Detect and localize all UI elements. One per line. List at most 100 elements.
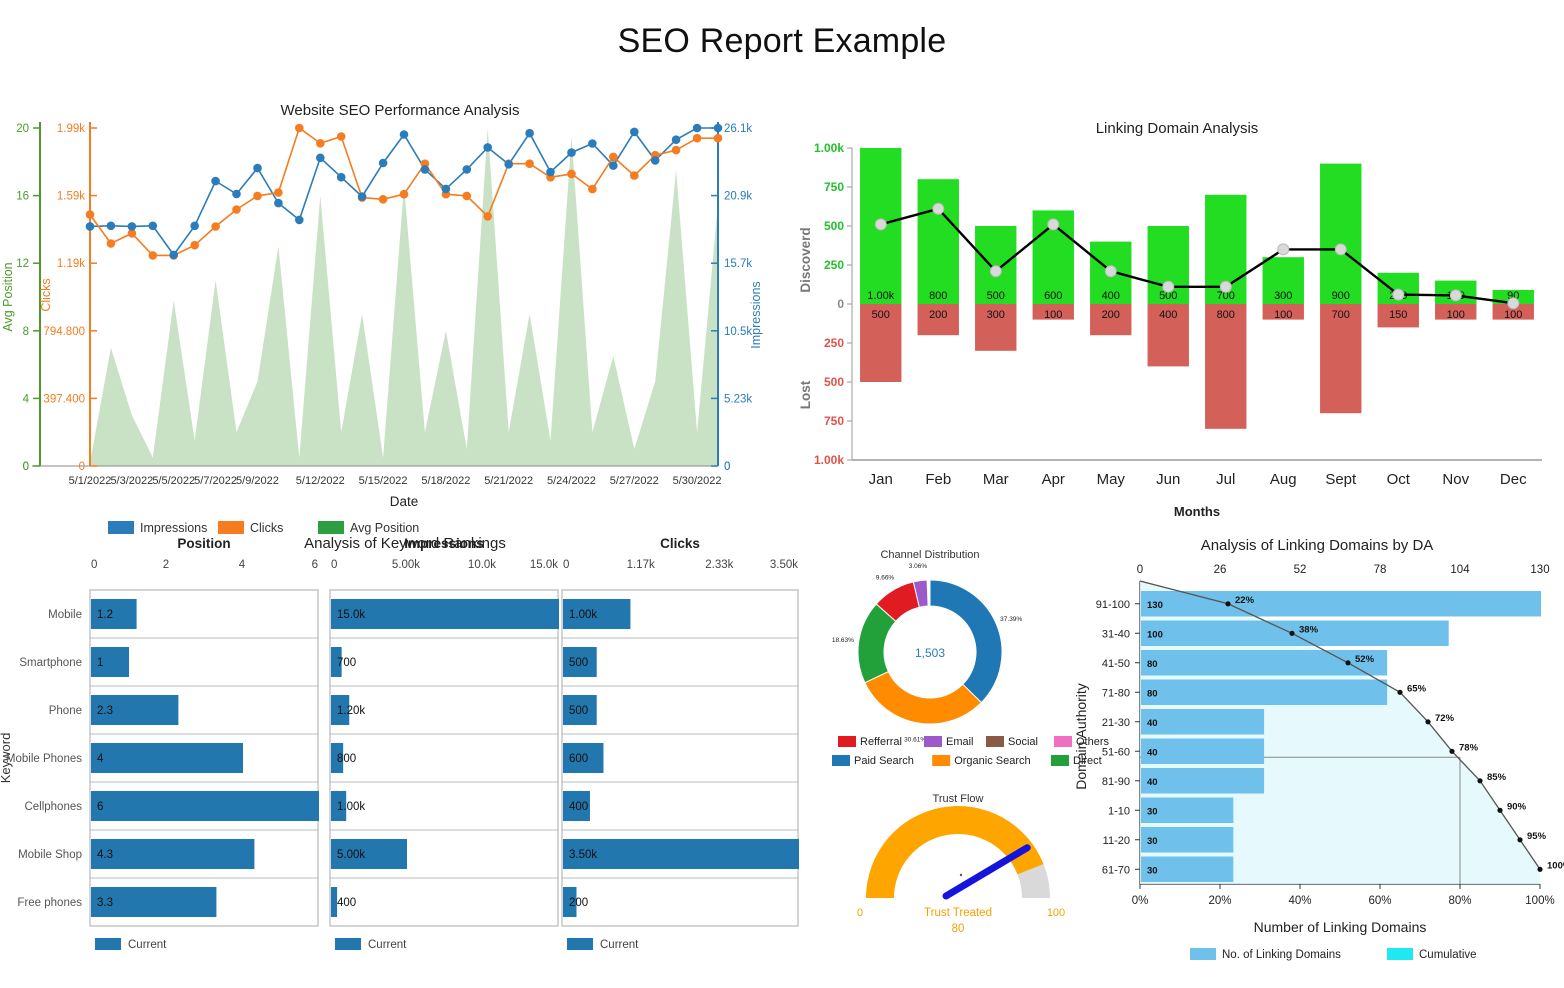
- discovered-bar-label: 300: [1274, 290, 1292, 302]
- keyword-legend-label: Current: [368, 939, 407, 951]
- linking-trend-point: [1450, 290, 1461, 301]
- date-tick-label: 5/9/2022: [236, 475, 279, 487]
- keyword-row-label: Free phones: [17, 897, 82, 909]
- da-cumulative-point: [1517, 837, 1522, 842]
- channel-legend-swatch[interactable]: [838, 736, 856, 747]
- month-tick-label: Mar: [983, 471, 1009, 488]
- keyword-bar[interactable]: [331, 599, 559, 629]
- channel-slice-label: 37.39%: [1000, 616, 1022, 623]
- da-cumulative-point: [1497, 808, 1502, 813]
- linking-trend-point: [1393, 289, 1404, 300]
- clicks-point: [693, 134, 702, 143]
- keyword-legend-swatch[interactable]: [95, 938, 121, 950]
- discovered-bar-label: 400: [1102, 290, 1120, 302]
- da-cumulative-point: [1397, 690, 1402, 695]
- linking-domain-chart: Linking Domain Analysis 1.00k75050025002…: [790, 110, 1564, 530]
- linking-trend-point: [990, 266, 1001, 277]
- linking-trend-point: [1335, 244, 1346, 255]
- keyword-legend-label: Current: [128, 939, 167, 951]
- da-legend-swatch[interactable]: [1387, 948, 1413, 960]
- da-bar[interactable]: [1141, 591, 1541, 617]
- month-tick-label: Jul: [1216, 471, 1235, 488]
- da-bar[interactable]: [1141, 739, 1264, 765]
- channel-slice[interactable]: [930, 580, 1002, 703]
- date-tick-label: 5/1/2022: [69, 475, 112, 487]
- impressions-tick-label: 26.1k: [724, 123, 752, 135]
- impressions-point: [107, 222, 116, 231]
- keyword-bar[interactable]: [91, 839, 254, 869]
- keyword-bar[interactable]: [91, 791, 319, 821]
- discovered-axis-title: Discoverd: [798, 227, 813, 292]
- impressions-point: [630, 128, 639, 137]
- da-cumulative-point: [1225, 601, 1230, 606]
- keyword-bar-label: 500: [569, 705, 588, 717]
- keyword-bar[interactable]: [563, 839, 799, 869]
- da-bar[interactable]: [1141, 709, 1264, 735]
- keyword-column-tick: 2: [163, 559, 169, 571]
- clicks-tick-label: 0: [79, 461, 85, 473]
- da-bar[interactable]: [1141, 680, 1387, 706]
- keyword-rankings-chart: Analysis of Keyword Rankings KeywordPosi…: [0, 530, 810, 945]
- channel-legend-swatch[interactable]: [932, 755, 950, 766]
- channel-legend-swatch[interactable]: [924, 736, 942, 747]
- date-tick-label: 5/7/2022: [194, 475, 237, 487]
- keyword-bar[interactable]: [91, 743, 243, 773]
- da-category-label: 61-70: [1102, 864, 1130, 876]
- clicks-point: [86, 210, 95, 219]
- channel-legend-swatch[interactable]: [1051, 755, 1069, 766]
- keyword-column-tick: 0: [91, 559, 97, 571]
- lost-bar[interactable]: [1205, 304, 1246, 429]
- lost-bar-label: 200: [929, 309, 947, 321]
- discovered-bar[interactable]: [1320, 164, 1361, 304]
- linking-neg-tick-label: 250: [824, 336, 844, 350]
- keyword-bar-label: 400: [569, 801, 588, 813]
- trust-flow-value: 80: [952, 923, 965, 935]
- linking-pos-tick-label: 750: [824, 180, 844, 194]
- seo-performance-title: Website SEO Performance Analysis: [0, 102, 800, 119]
- channel-center-value: 1,503: [915, 646, 945, 660]
- impressions-point: [421, 165, 430, 174]
- keyword-rankings-svg: KeywordPosition02461.2Mobile1Smartphone2…: [0, 530, 810, 945]
- clicks-point: [107, 239, 116, 248]
- linking-trend-point: [1105, 266, 1116, 277]
- domain-authority-title: Analysis of Linking Domains by DA: [1070, 537, 1564, 554]
- clicks-point: [672, 146, 681, 155]
- channel-slice[interactable]: [865, 672, 981, 724]
- keyword-column-tick: 2.33k: [705, 559, 733, 571]
- month-tick-label: Feb: [925, 471, 951, 488]
- keyword-column-tick: 6: [312, 559, 318, 571]
- discovered-bar[interactable]: [918, 179, 959, 304]
- da-legend-swatch[interactable]: [1190, 948, 1216, 960]
- linking-pos-tick-label: 1.00k: [814, 141, 844, 155]
- lost-bar-label: 800: [1217, 309, 1235, 321]
- keyword-bar-label: 3.3: [97, 897, 113, 909]
- keyword-legend-swatch[interactable]: [567, 938, 593, 950]
- da-cumulative-label: 72%: [1435, 713, 1455, 724]
- lost-bar-label: 500: [872, 309, 890, 321]
- da-top-tick-label: 104: [1450, 564, 1470, 576]
- channel-legend-swatch[interactable]: [832, 755, 850, 766]
- impressions-point: [693, 124, 702, 133]
- da-bar-value-label: 30: [1147, 865, 1158, 876]
- da-bar-value-label: 30: [1147, 806, 1158, 817]
- impressions-point: [358, 192, 367, 201]
- clicks-point: [337, 132, 346, 141]
- channel-legend-label: Email: [946, 736, 974, 748]
- da-category-label: 91-100: [1096, 599, 1130, 611]
- linking-domain-svg: 1.00k75050025002505007501.00k1.00k500Jan…: [790, 110, 1564, 530]
- lost-bar-label: 100: [1274, 309, 1292, 321]
- keyword-legend-swatch[interactable]: [335, 938, 361, 950]
- channel-slice-label: 18.63%: [832, 637, 854, 644]
- lost-bar-label: 100: [1447, 309, 1465, 321]
- da-bar[interactable]: [1141, 621, 1449, 647]
- channel-legend-swatch[interactable]: [986, 736, 1004, 747]
- impressions-point: [379, 159, 388, 168]
- da-legend-label: Cumulative: [1419, 949, 1477, 961]
- da-bar-value-label: 40: [1147, 777, 1158, 788]
- da-bottom-tick-label: 80%: [1448, 895, 1471, 907]
- da-cumulative-point: [1477, 778, 1482, 783]
- da-cumulative-label: 100%: [1547, 860, 1564, 871]
- da-bar[interactable]: [1141, 768, 1264, 794]
- da-cumulative-label: 52%: [1355, 654, 1375, 665]
- channel-legend-label: Organic Search: [954, 755, 1030, 767]
